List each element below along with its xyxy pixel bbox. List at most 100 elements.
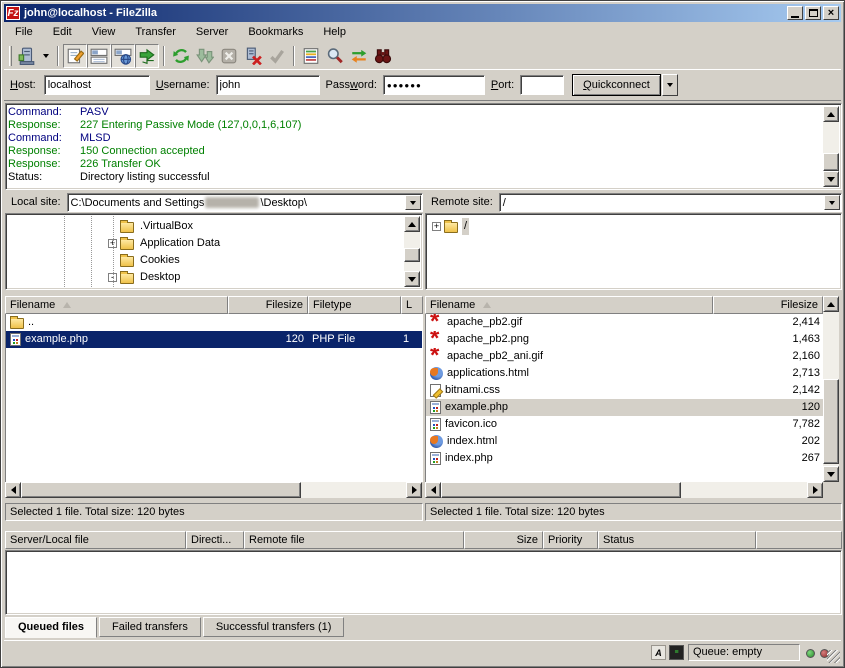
local-hscroll-thumb[interactable]: [21, 482, 301, 498]
tree-item[interactable]: + Application Data: [108, 235, 404, 252]
toolbar-grip[interactable]: [9, 46, 12, 66]
column-header-filesize[interactable]: Filesize: [228, 296, 308, 314]
file-row[interactable]: index.html 202: [426, 433, 823, 450]
file-row[interactable]: example.php 120 PHP File 1: [6, 331, 422, 348]
column-header-filename[interactable]: Filename: [5, 296, 228, 314]
local-site-combo-arrow[interactable]: [405, 195, 421, 210]
local-tree-scroll-thumb[interactable]: [404, 248, 420, 262]
file-row[interactable]: bitnami.css 2,142: [426, 382, 823, 399]
log-line: Command:PASV: [8, 106, 823, 119]
local-site-combo[interactable]: C:\Documents and Settings\Desktop\: [67, 193, 423, 212]
toggle-local-tree-button[interactable]: [87, 44, 111, 68]
minimize-button[interactable]: [787, 6, 803, 20]
maximize-button[interactable]: [805, 6, 821, 20]
local-tree-scroll-up-button[interactable]: [404, 216, 420, 232]
remote-scroll-down-button[interactable]: [823, 466, 839, 482]
tab-failed-transfers[interactable]: Failed transfers: [99, 617, 201, 637]
tree-expander[interactable]: +: [432, 222, 441, 231]
local-file-list: .. example.php 120 PHP File 1: [5, 314, 423, 482]
cancel-button[interactable]: [217, 44, 241, 68]
synchronized-browsing-button[interactable]: [347, 44, 371, 68]
menu-item[interactable]: Help: [316, 24, 353, 40]
menu-item[interactable]: Transfer: [128, 24, 183, 40]
toggle-transfer-queue-button[interactable]: [135, 44, 159, 68]
tree-item[interactable]: Cookies: [108, 252, 404, 269]
refresh-button[interactable]: [169, 44, 193, 68]
arrow-up-icon: [408, 222, 416, 227]
file-row[interactable]: index.php 267: [426, 450, 823, 467]
local-scroll-left-button[interactable]: [5, 482, 21, 498]
arrow-right-icon: [813, 486, 818, 494]
menu-item[interactable]: Edit: [46, 24, 79, 40]
directory-comparison-button[interactable]: [299, 44, 323, 68]
log-scroll-thumb[interactable]: [823, 153, 839, 171]
column-header-last-modified[interactable]: L: [401, 296, 423, 314]
reconnect-button[interactable]: [265, 44, 289, 68]
file-row[interactable]: apache_pb2.gif 2,414: [426, 314, 823, 331]
quickconnect-button[interactable]: Quickconnect: [572, 74, 661, 96]
menu-item[interactable]: Bookmarks: [241, 24, 310, 40]
tree-item[interactable]: .VirtualBox: [108, 218, 404, 235]
log-scroll-up-button[interactable]: [823, 106, 839, 122]
site-manager-button[interactable]: [15, 44, 39, 68]
site-manager-dropdown-button[interactable]: [39, 44, 53, 68]
menu-item[interactable]: View: [85, 24, 123, 40]
file-size: 7,782: [714, 416, 823, 433]
log-scroll-down-button[interactable]: [823, 171, 839, 187]
file-row[interactable]: favicon.ico 7,782: [426, 416, 823, 433]
resize-grip[interactable]: [827, 650, 840, 663]
file-row[interactable]: ..: [6, 314, 422, 331]
column-header-direction[interactable]: Directi...: [186, 531, 244, 549]
menu-item[interactable]: Server: [189, 24, 235, 40]
local-directory-tree: .VirtualBox + Application Data Cookies: [8, 216, 404, 287]
remote-site-combo[interactable]: /: [499, 193, 842, 212]
file-row[interactable]: applications.html 2,713: [426, 365, 823, 382]
tree-item-label: .VirtualBox: [138, 218, 195, 235]
transfer-queue-list[interactable]: [5, 550, 842, 615]
tree-item[interactable]: + /: [432, 218, 839, 235]
local-tree-scroll-down-button[interactable]: [404, 271, 420, 287]
disconnect-button[interactable]: [241, 44, 265, 68]
local-scroll-right-button[interactable]: [406, 482, 422, 498]
transfer-queue-icon: [138, 47, 156, 65]
remote-scroll-right-button[interactable]: [807, 482, 823, 498]
remote-site-combo-arrow[interactable]: [824, 195, 840, 210]
tab-queued-files[interactable]: Queued files: [5, 617, 97, 638]
toggle-remote-tree-button[interactable]: [111, 44, 135, 68]
data-type-indicator-icon[interactable]: A: [651, 645, 666, 660]
tree-item[interactable]: - Desktop: [108, 269, 404, 286]
file-row[interactable]: apache_pb2.png 1,463: [426, 331, 823, 348]
log-line: Response:150 Connection accepted: [8, 145, 823, 158]
file-size: 1,463: [714, 331, 823, 348]
column-header-status[interactable]: Status: [598, 531, 756, 549]
find-files-button[interactable]: [371, 44, 395, 68]
toggle-message-log-button[interactable]: [63, 44, 87, 68]
column-header-filetype[interactable]: Filetype: [308, 296, 401, 314]
filezilla-app-icon[interactable]: Fz: [6, 6, 20, 20]
speed-limits-icon[interactable]: ≡: [669, 645, 684, 660]
filename-filters-button[interactable]: [323, 44, 347, 68]
menu-item[interactable]: File: [8, 24, 40, 40]
tab-successful-transfers[interactable]: Successful transfers (1): [203, 617, 345, 637]
column-header-size[interactable]: Size: [464, 531, 543, 549]
remote-scroll-up-button[interactable]: [823, 296, 839, 312]
quickconnect-dropdown-button[interactable]: [662, 74, 678, 96]
file-row[interactable]: example.php 120: [426, 399, 823, 416]
remote-hscroll-thumb[interactable]: [441, 482, 681, 498]
username-input[interactable]: [216, 75, 320, 95]
column-header-filesize[interactable]: Filesize: [713, 296, 823, 314]
title-bar[interactable]: Fz john@localhost - FileZilla ×: [4, 4, 841, 22]
host-input[interactable]: [44, 75, 150, 95]
process-queue-button[interactable]: [193, 44, 217, 68]
remote-vscroll-thumb[interactable]: [823, 379, 839, 464]
remote-path: /: [503, 197, 506, 209]
close-button[interactable]: ×: [823, 6, 839, 20]
column-header-server-local-file[interactable]: Server/Local file: [5, 531, 186, 549]
file-row[interactable]: apache_pb2_ani.gif 2,160: [426, 348, 823, 365]
password-input[interactable]: [383, 75, 485, 95]
port-input[interactable]: [520, 75, 564, 95]
column-header-priority[interactable]: Priority: [543, 531, 598, 549]
column-header-remote-file[interactable]: Remote file: [244, 531, 464, 549]
column-header-filename[interactable]: Filename: [425, 296, 713, 314]
remote-scroll-left-button[interactable]: [425, 482, 441, 498]
